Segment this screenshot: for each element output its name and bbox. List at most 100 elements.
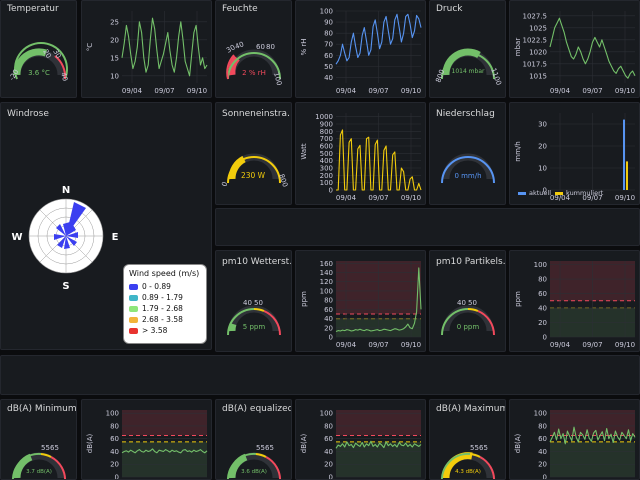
y-tick-label: 80 — [324, 30, 333, 38]
x-tick-label: 09/10 — [615, 341, 635, 349]
windrose-rings: N E S W — [11, 185, 118, 292]
dbamin-gauge: 3.7 dB(A) 55 65 — [11, 444, 67, 479]
y-tick-label: 100 — [320, 287, 333, 295]
feuchte-timeseries: 40 50 60 70 80 90 100 % rH 09/04 09/07 09/10 — [300, 8, 422, 95]
x-tick-label: 09/10 — [401, 341, 421, 349]
feuchte-gauge: 2 % rH 30 40 60 80 100 — [225, 40, 283, 86]
panel-sonne-chart[interactable]: 0 100 200 300 400 500 600 700 800 900 1000 Watt 09/0… — [295, 102, 426, 205]
y-tick-label: 80 — [538, 276, 547, 284]
gauge-value: 1014 mbar — [452, 68, 486, 75]
gauge-value: 3.6 dB(A) — [241, 469, 267, 475]
legend-item[interactable]: 2.68 - 3.58 — [129, 315, 201, 324]
y-tick-label: 20 — [110, 36, 119, 44]
x-tick-label: 09/10 — [187, 87, 207, 95]
sonne-timeseries: 01002003004005006007008009001000 Watt 09/0… — [300, 113, 422, 202]
legend-swatch — [129, 283, 138, 290]
legend-swatch — [518, 191, 526, 195]
panel-druck-gauge[interactable]: Druck 1014 mbar 800 1100 — [429, 0, 506, 98]
x-tick-label: 09/04 — [550, 341, 571, 349]
y-tick-label: 20 — [110, 461, 119, 469]
y-tick-label: 1017.5 — [523, 60, 548, 68]
legend-item[interactable]: 0 - 0.89 — [129, 282, 201, 291]
y-tick-label: 1022.5 — [523, 36, 548, 44]
y-tick-label: 100 — [106, 410, 119, 418]
y-axis-label: Watt — [300, 143, 308, 160]
legend-title: Wind speed (m/s) — [129, 269, 200, 278]
gauge-tick: 65 — [50, 444, 59, 452]
panel-pm10p-chart[interactable]: 0 20 40 60 80 100 ppm 09/04 09/07 09/10 — [509, 250, 640, 352]
gauge-value: 4.3 dB(A) — [455, 469, 481, 475]
legend-label: 2.68 - 3.58 — [142, 315, 183, 324]
dbaeq-gauge: 3.6 dB(A) 55 65 — [226, 444, 282, 479]
druck-timeseries: 1015 1017.5 1020 1022.5 1025 1027.5 mbar 09/04 0… — [514, 11, 636, 95]
y-axis-label: dB(A) — [514, 433, 522, 453]
y-tick-label: 0 — [329, 474, 333, 480]
panel-dbaeq-chart[interactable]: 0 20 40 60 80 100 dB(A) — [295, 399, 426, 480]
panel-feuchte-chart[interactable]: 40 50 60 70 80 90 100 % rH 09/04 09/07 09/10 — [295, 0, 426, 98]
pm10w-timeseries: 0 20406080 100120140160 ppm 09/04 09/07 09/10 — [300, 260, 422, 349]
legend-swatch — [129, 305, 138, 312]
y-axis-label: ppm — [514, 291, 522, 307]
x-tick-label: 09/07 — [368, 194, 388, 202]
y-tick-label: 1000 — [315, 113, 333, 121]
panel-dbaeq-gauge[interactable]: dB(A) equalized 3.6 dB(A) 55 65 — [215, 399, 292, 480]
pm10w-gauge: 5 ppm 40 50 — [227, 299, 281, 336]
y-tick-label: 80 — [110, 422, 119, 430]
y-axis-label: °C — [86, 43, 94, 52]
legend-label: aktuell — [529, 189, 552, 197]
panel-temperatur-chart[interactable]: 10 15 20 25 °C 09/04 09/07 09/10 — [81, 0, 212, 98]
panel-feuchte-gauge[interactable]: Feuchte 2 % rH 30 40 60 80 100 — [215, 0, 292, 98]
y-tick-label: 140 — [320, 269, 333, 277]
legend-item[interactable]: aktuell — [518, 189, 551, 197]
legend-label: 0.89 - 1.79 — [142, 293, 183, 302]
panel-dbamin-chart[interactable]: 0 20 40 60 80 100 dB(A) — [81, 399, 212, 480]
gauge-tick: 40 — [59, 71, 69, 82]
panel-temperatur-gauge[interactable]: Temperatur 3.6 °C -20 20 30 40 — [0, 0, 77, 98]
legend-item[interactable]: > 3.58 — [129, 326, 201, 335]
legend-item[interactable]: kummuliert — [555, 189, 603, 197]
sonne-gauge: 230 W 0 800 — [220, 153, 289, 188]
gauge-value: 0 mm/h — [454, 172, 481, 180]
y-axis-label: % rH — [300, 38, 308, 55]
threshold-band-green — [122, 441, 207, 477]
gauge-tick: 65 — [265, 444, 274, 452]
y-tick-label: 60 — [110, 435, 119, 443]
gauge-tick: 800 — [434, 68, 446, 83]
y-tick-label: 0 — [329, 187, 333, 195]
y-tick-label: 0 — [543, 334, 547, 342]
compass-s: S — [62, 281, 69, 292]
panel-pm10w-gauge[interactable]: pm10 Wetterst… 5 ppm 40 50 — [215, 250, 292, 352]
x-tick-label: 09/04 — [336, 194, 357, 202]
panel-dbamax-gauge[interactable]: dB(A) Maximum 4.3 dB(A) 55 65 — [429, 399, 506, 480]
y-axis-label: mm/h — [514, 141, 522, 161]
gauge-tick: 40 — [457, 299, 466, 307]
y-tick-label: 80 — [324, 422, 333, 430]
panel-dbamax-chart[interactable]: 0 20 40 60 80 100 dB(A) — [509, 399, 640, 480]
panel-niederschlag-gauge[interactable]: Niederschlag 0 mm/h — [429, 102, 506, 205]
legend-item[interactable]: 0.89 - 1.79 — [129, 293, 201, 302]
panel-pm10w-chart[interactable]: 0 20 40 60 80 100 120 140 160 ppm 09/04 09/07 09/10 — [295, 250, 426, 352]
y-tick-label: 20 — [538, 461, 547, 469]
y-tick-label: 160 — [320, 260, 333, 268]
panel-sonne-gauge[interactable]: Sonneneinstra… 230 W 0 800 — [215, 102, 292, 205]
x-tick-label: 09/04 — [336, 341, 357, 349]
panel-niederschlag-chart[interactable]: 0 10 20 30 mm/h 09/04 09/07 09/10 aktuell kummu… — [509, 102, 640, 205]
bar-aktuell — [623, 119, 625, 190]
pm10p-gauge: 0 ppm 40 50 — [441, 299, 495, 336]
y-tick-label: 20 — [538, 143, 547, 151]
gauge-tick: 80 — [266, 43, 275, 51]
gauge-tick: 55 — [470, 444, 479, 452]
gauge-value: 3.6 °C — [28, 69, 50, 77]
dbamax-timeseries: 0 20 40 60 80 100 dB(A) — [514, 410, 636, 479]
panel-dbamin-gauge[interactable]: dB(A) Minimum 3.7 dB(A) 55 65 — [0, 399, 77, 480]
y-tick-label: 80 — [324, 297, 333, 305]
x-tick-label: 09/10 — [401, 194, 421, 202]
panel-pm10p-gauge[interactable]: pm10 Partikels… 0 ppm 40 50 — [429, 250, 506, 352]
panel-druck-chart[interactable]: 1015 1017.5 1020 1022.5 1025 1027.5 mbar 09/04 0… — [509, 0, 640, 98]
druck-gauge: 1014 mbar 800 1100 — [434, 48, 503, 86]
pm10p-timeseries: 0 20 40 60 80 100 ppm 09/04 09/07 09/10 — [514, 261, 635, 349]
legend-item[interactable]: 1.79 - 2.68 — [129, 304, 201, 313]
x-tick-label: 09/07 — [368, 87, 388, 95]
y-tick-label: 25 — [110, 18, 119, 26]
y-tick-label: 30 — [538, 121, 547, 129]
